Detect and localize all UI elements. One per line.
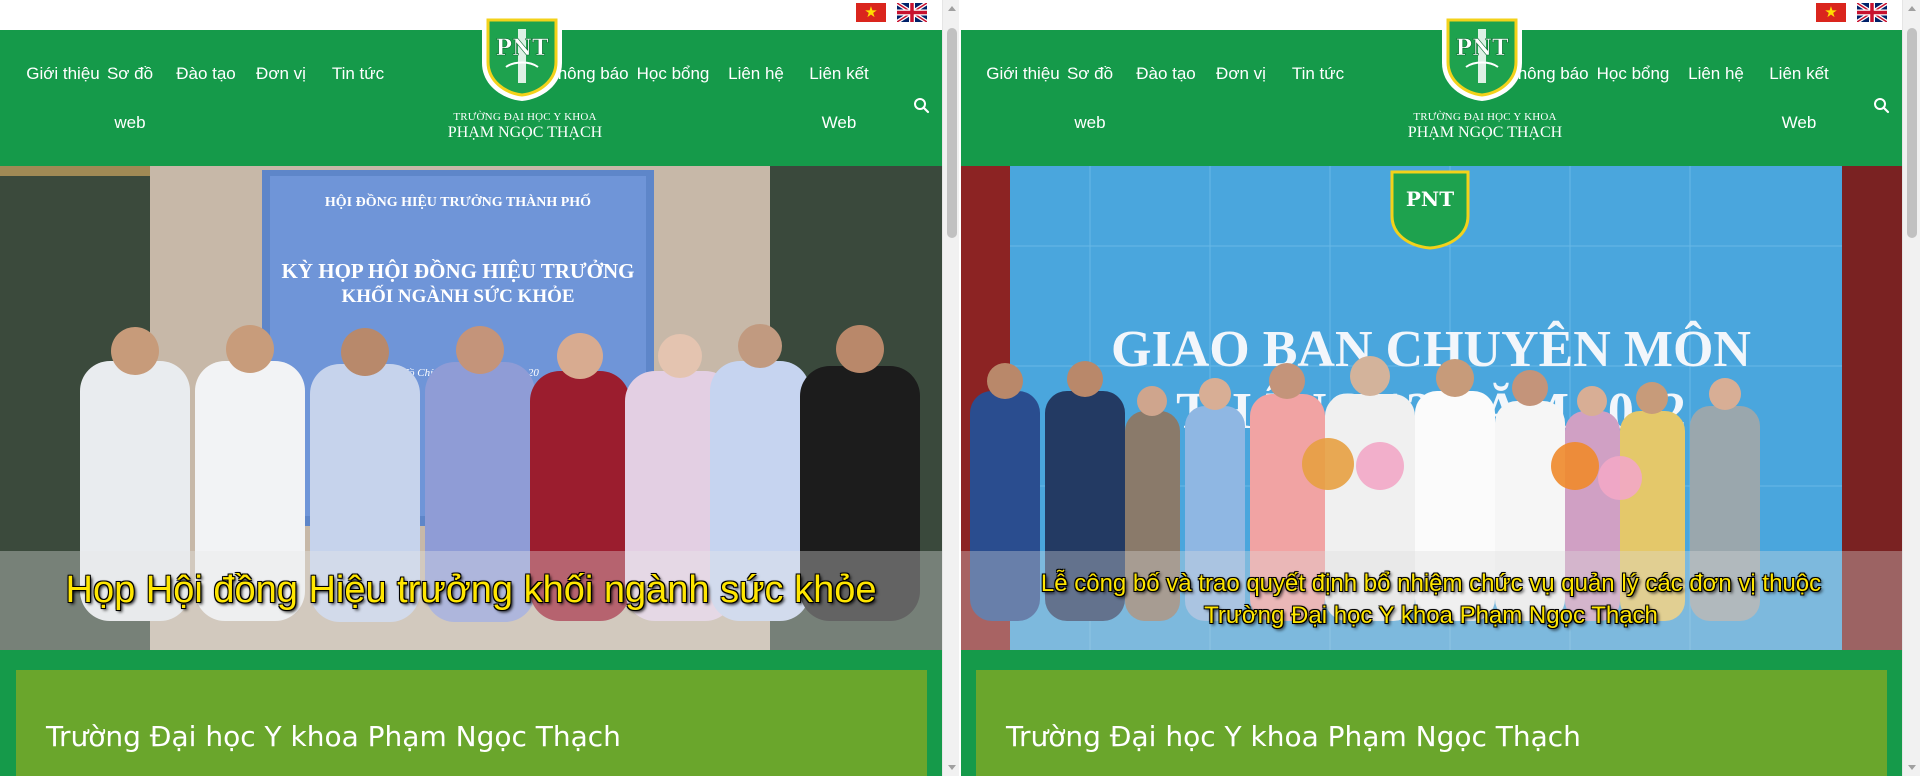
slide-caption: Lễ công bố và trao quyết định bổ nhiệm c… xyxy=(960,568,1902,632)
search-icon[interactable] xyxy=(912,96,932,116)
logo-monogram: PNT xyxy=(495,35,549,61)
info-card-title: Trường Đại học Y khoa Phạm Ngọc Thạch xyxy=(1006,720,1581,753)
nav-item-dao-tao[interactable]: Đào tạo xyxy=(174,49,238,98)
nav-item-label-line2: web xyxy=(114,113,146,132)
nav-item-lien-ket-web[interactable]: Liên kết Web xyxy=(1762,49,1836,147)
school-name-line2: PHẠM NGỌC THẠCH xyxy=(1407,124,1563,141)
nav-item-label: Sơ đồ xyxy=(1066,64,1114,83)
nav-item-label-line2: Web xyxy=(1781,113,1817,132)
nav-item-so-do-web[interactable]: Sơ đồ web xyxy=(1062,49,1118,147)
browser-pane-right: ★ Giới thiệu Sơ đồ web Đào tạo Đơn vị Ti… xyxy=(960,0,1920,776)
screen-heading-1: GIAO BAN CHUYÊN MÔN xyxy=(1111,320,1751,378)
browser-pane-left: ★ Giới thiệu Sơ đồ web Đào tạo Đơn vị Ti… xyxy=(0,0,960,776)
nav-item-label: Đơn vị xyxy=(1216,64,1266,83)
nav-item-gioi-thieu[interactable]: Giới thiệu xyxy=(18,49,108,98)
nav-item-dao-tao[interactable]: Đào tạo xyxy=(1134,49,1198,98)
website-page: ★ Giới thiệu Sơ đồ web Đào tạo Đơn vị Ti… xyxy=(0,0,942,776)
nav-item-label-line2: web xyxy=(1074,113,1106,132)
slide-caption-line1: Lễ công bố và trao quyết định bổ nhiệm c… xyxy=(1040,570,1822,597)
search-icon[interactable] xyxy=(1872,96,1892,116)
screen-heading-1: KỲ HỌP HỘI ĐỒNG HIỆU TRƯỞNG xyxy=(282,259,635,283)
nav-item-label: Liên kết xyxy=(1769,64,1829,83)
hero-slide[interactable]: HỘI ĐỒNG HIỆU TRƯỞNG THÀNH PHỐ KỲ HỌP HỘ… xyxy=(0,166,942,650)
nav-item-label-line2: Web xyxy=(821,113,857,132)
scroll-down-arrow-icon[interactable] xyxy=(948,765,956,770)
nav-item-label: Tin tức xyxy=(331,64,385,83)
screen-title: HỘI ĐỒNG HIỆU TRƯỞNG THÀNH PHỐ xyxy=(325,192,591,210)
info-card-title: Trường Đại học Y khoa Phạm Ngọc Thạch xyxy=(46,720,621,753)
slide-caption-line2: Trường Đại học Y khoa Phạm Ngọc Thạch xyxy=(1204,602,1658,629)
main-navigation: Giới thiệu Sơ đồ web Đào tạo Đơn vị Tin … xyxy=(0,30,942,166)
uk-flag-icon[interactable] xyxy=(1857,3,1887,22)
scroll-up-arrow-icon[interactable] xyxy=(948,6,956,11)
nav-item-lien-he[interactable]: Liên hệ xyxy=(722,49,790,98)
vertical-scrollbar[interactable] xyxy=(942,0,960,776)
nav-item-lien-ket-web[interactable]: Liên kết Web xyxy=(802,49,876,147)
nav-item-label: Liên hệ xyxy=(728,64,784,83)
language-bar: ★ xyxy=(0,0,942,30)
nav-item-label: Liên hệ xyxy=(1688,64,1744,83)
nav-item-lien-he[interactable]: Liên hệ xyxy=(1682,49,1750,98)
slide-caption: Họp Hội đồng Hiệu trưởng khối ngành sức … xyxy=(0,568,942,612)
info-card: Trường Đại học Y khoa Phạm Ngọc Thạch xyxy=(16,670,927,776)
school-name-line1: TRƯỜNG ĐẠI HỌC Y KHOA xyxy=(453,111,597,123)
school-logo[interactable]: PNT xyxy=(1436,11,1528,103)
screen-heading-2: KHỐI NGÀNH SỨC KHỎE xyxy=(341,285,574,307)
window-divider xyxy=(959,0,961,776)
uk-flag-icon[interactable] xyxy=(897,3,927,22)
website-page: ★ Giới thiệu Sơ đồ web Đào tạo Đơn vị Ti… xyxy=(960,0,1902,776)
logo-monogram: PNT xyxy=(1455,35,1509,61)
nav-item-hoc-bong[interactable]: Học bổng xyxy=(634,49,712,98)
screen-logo-monogram: PNT xyxy=(1406,187,1454,211)
nav-item-label: Đào tạo xyxy=(176,64,236,83)
nav-item-label: Học bổng xyxy=(1596,64,1670,83)
language-bar: ★ xyxy=(960,0,1902,30)
scrollbar-thumb[interactable] xyxy=(947,28,957,238)
nav-item-label: Giới thiệu xyxy=(26,64,100,83)
scrollbar-thumb[interactable] xyxy=(1907,28,1917,238)
nav-item-tin-tuc[interactable]: Tin tức xyxy=(326,49,390,98)
scroll-up-arrow-icon[interactable] xyxy=(1908,6,1916,11)
nav-item-don-vi[interactable]: Đơn vị xyxy=(253,49,309,98)
nav-item-hoc-bong[interactable]: Học bổng xyxy=(1594,49,1672,98)
main-navigation: Giới thiệu Sơ đồ web Đào tạo Đơn vị Tin … xyxy=(960,30,1902,166)
vertical-scrollbar[interactable] xyxy=(1902,0,1920,776)
nav-item-label: Đào tạo xyxy=(1136,64,1196,83)
scroll-down-arrow-icon[interactable] xyxy=(1908,765,1916,770)
school-name: TRƯỜNG ĐẠI HỌC Y KHOA PHẠM NGỌC THẠCH xyxy=(1380,111,1590,142)
info-card: Trường Đại học Y khoa Phạm Ngọc Thạch xyxy=(976,670,1887,776)
nav-item-label: Liên kết xyxy=(809,64,869,83)
school-name: TRƯỜNG ĐẠI HỌC Y KHOA PHẠM NGỌC THẠCH xyxy=(420,111,630,142)
nav-item-label: Sơ đồ xyxy=(106,64,154,83)
hero-slide[interactable]: PNT GIAO BAN CHUYÊN MÔN THÁNG 12 NĂM 202… xyxy=(960,166,1902,650)
nav-item-gioi-thieu[interactable]: Giới thiệu xyxy=(978,49,1068,98)
nav-item-label: Tin tức xyxy=(1291,64,1345,83)
nav-item-label: Đơn vị xyxy=(256,64,306,83)
school-logo[interactable]: PNT xyxy=(476,11,568,103)
school-name-line1: TRƯỜNG ĐẠI HỌC Y KHOA xyxy=(1413,111,1557,123)
vietnam-flag-icon[interactable]: ★ xyxy=(1816,3,1846,22)
nav-item-so-do-web[interactable]: Sơ đồ web xyxy=(102,49,158,147)
nav-item-label: Giới thiệu xyxy=(986,64,1060,83)
vietnam-flag-icon[interactable]: ★ xyxy=(856,3,886,22)
school-name-line2: PHẠM NGỌC THẠCH xyxy=(447,124,603,141)
nav-item-label: Học bổng xyxy=(636,64,710,83)
slide-caption-line1: Họp Hội đồng Hiệu trưởng khối ngành sức … xyxy=(65,569,877,611)
nav-item-tin-tuc[interactable]: Tin tức xyxy=(1286,49,1350,98)
nav-item-don-vi[interactable]: Đơn vị xyxy=(1213,49,1269,98)
dual-browser-view: ★ Giới thiệu Sơ đồ web Đào tạo Đơn vị Ti… xyxy=(0,0,1920,776)
